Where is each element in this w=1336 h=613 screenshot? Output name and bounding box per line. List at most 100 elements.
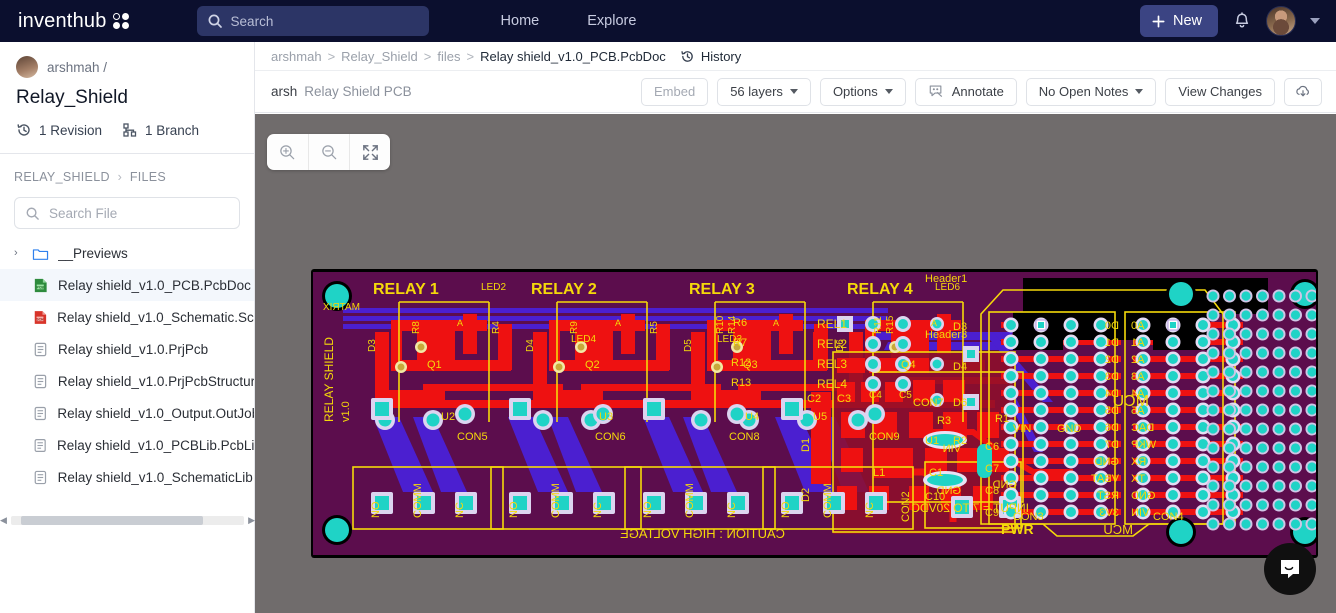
notes-dropdown[interactable]: No Open Notes (1025, 77, 1157, 106)
options-dropdown[interactable]: Options (819, 77, 906, 106)
search-input[interactable]: Search (196, 6, 429, 36)
owner-avatar (16, 56, 38, 78)
layers-dropdown[interactable]: 56 layers (717, 77, 811, 106)
silk-con7: CON7 (913, 397, 944, 409)
silk-terminal-label: NO (780, 501, 792, 518)
silk-q2: Q2 (585, 359, 600, 371)
branches-stat[interactable]: 1 Branch (122, 122, 199, 138)
fit-screen-button[interactable] (349, 134, 390, 170)
silk-u1: U1 (925, 435, 939, 447)
silk-d4: D4 (525, 339, 536, 352)
silk-r7: R7 (733, 337, 747, 349)
primary-nav: Home Explore (501, 13, 637, 29)
list-item-schematiclib[interactable]: Relay shield_v1.0_SchematicLib. (0, 461, 254, 493)
list-item-folder[interactable]: › __Previews (0, 237, 254, 269)
file-title: Relay Shield PCB (304, 84, 412, 99)
list-item-pcblib[interactable]: Relay shield_v1.0_PCBLib.PcbLib (0, 429, 254, 461)
silk-u3: U3 (599, 411, 613, 423)
breadcrumb-root[interactable]: RELAY_SHIELD (14, 170, 110, 184)
zoom-in-icon (280, 144, 295, 159)
silk-mcu-pin-left: D0 (1105, 320, 1119, 332)
nav-link-home[interactable]: Home (501, 13, 540, 29)
chat-widget-button[interactable] (1264, 543, 1316, 595)
breadcrumb-repo[interactable]: Relay_Shield (341, 49, 418, 64)
file-search-input[interactable]: Search File (14, 197, 240, 229)
list-item-prjpcb[interactable]: Relay shield_v1.0.PrjPcb (0, 333, 254, 365)
view-changes-button[interactable]: View Changes (1165, 77, 1275, 106)
list-item-pcbdoc[interactable]: PCB Relay shield_v1.0_PCB.PcbDoc (0, 269, 254, 301)
search-icon (26, 207, 39, 220)
breadcrumb-files[interactable]: files (437, 49, 460, 64)
zoom-in-button[interactable] (267, 134, 308, 170)
page-title: Relay_Shield (16, 87, 128, 108)
breadcrumb-owner[interactable]: arshmah (271, 49, 322, 64)
pcb-board-render[interactable]: RELAY 1 RELAY 2 RELAY 3 RELAY 4 RELAY SH… (311, 269, 1318, 558)
owner-row[interactable]: arshmah / (16, 56, 238, 78)
pcb-viewer[interactable]: RELAY 1 RELAY 2 RELAY 3 RELAY 4 RELAY SH… (255, 114, 1336, 613)
silk-u5: U5 (813, 411, 827, 423)
silk-terminal-label: COMM (550, 483, 562, 518)
silk-terminal-label: NC (454, 502, 466, 518)
nav-link-explore[interactable]: Explore (587, 13, 636, 29)
chat-bubble-icon (1281, 560, 1299, 579)
annotate-button[interactable]: Annotate (914, 77, 1017, 106)
silk-con9: CON9 (869, 431, 900, 443)
branch-icon (123, 123, 137, 137)
scroll-left-arrow[interactable]: ◀ (0, 515, 7, 526)
silk-mcu-pin-right: A5 (1131, 405, 1144, 417)
zoom-out-button[interactable] (308, 134, 349, 170)
silk-terminal-label: NC (592, 502, 604, 518)
brand-logo[interactable]: inventhub (18, 10, 129, 33)
notes-label: No Open Notes (1038, 84, 1129, 99)
scroll-right-arrow[interactable]: ▶ (248, 515, 255, 526)
scroll-track[interactable] (10, 515, 245, 525)
bell-icon[interactable] (1232, 11, 1252, 32)
silk-mcu-pin-left: 3V3 (1099, 507, 1119, 519)
silk-rel2: REL2 (817, 337, 847, 351)
silk-con8: CON8 (729, 431, 760, 443)
breadcrumb-sep: > (423, 48, 432, 64)
silk-d3: D3 (367, 339, 378, 352)
embed-button[interactable]: Embed (640, 77, 709, 106)
history-icon (681, 50, 693, 62)
download-button[interactable] (1284, 77, 1322, 106)
silk-mcu-pin-left: D1 (1105, 337, 1119, 349)
list-item-prjpcbstructure[interactable]: Relay shield_v1.0.PrjPcbStructur (0, 365, 254, 397)
silk-mcu-pin-right: A3 (1131, 371, 1144, 383)
silk-u4: U4 (745, 411, 759, 423)
silk-vin-label: VIN (943, 443, 961, 455)
silk-terminal-label: COMM (822, 483, 834, 518)
chevron-down-icon[interactable] (1310, 18, 1320, 24)
silk-con3: CON3 (1013, 511, 1044, 523)
new-button[interactable]: New (1139, 5, 1218, 37)
silk-gnd-label-2: GND (993, 479, 1018, 491)
history-link[interactable]: History (680, 49, 741, 64)
silk-mcu-pin-left: RST (1097, 490, 1119, 502)
scroll-thumb[interactable] (20, 515, 203, 525)
document-icon (34, 406, 46, 420)
plus-icon (1152, 15, 1165, 27)
sidebar-horizontal-scrollbar[interactable]: ◀ ▶ (0, 513, 255, 527)
svg-text:SCH: SCH (36, 317, 44, 321)
silk-mcu-bottom: MCU (1103, 522, 1133, 537)
view-changes-label: View Changes (1178, 84, 1262, 99)
document-icon (34, 470, 47, 484)
chevron-right-icon[interactable]: › (14, 247, 23, 259)
list-item-schdoc[interactable]: SCH Relay shield_v1.0_Schematic.Sch (0, 301, 254, 333)
silk-r13: R13 (731, 377, 751, 389)
silk-c7: C7 (985, 463, 999, 475)
silk-rel1: REL1 (817, 317, 847, 331)
document-icon (34, 374, 47, 388)
list-item-outjob[interactable]: Relay shield_v1.0_Output.OutJob (0, 397, 254, 429)
file-owner: arsh (271, 84, 298, 99)
viewer-zoom-toolbar (267, 134, 390, 170)
main-breadcrumb: arshmah > Relay_Shield > files > Relay s… (255, 42, 1336, 71)
silk-terminal-label: COMM (684, 483, 696, 518)
revisions-stat[interactable]: 1 Revision (16, 122, 102, 138)
avatar[interactable] (1266, 6, 1296, 36)
silk-led4: LED4 (571, 334, 596, 345)
silk-relay-1: RELAY 1 (373, 281, 439, 298)
repo-header: arshmah / Relay_Shield 1 Revision 1 Bran… (0, 42, 254, 138)
silk-c4: C4 (869, 390, 882, 401)
silk-mcu-pin-right: GND (1131, 490, 1156, 502)
